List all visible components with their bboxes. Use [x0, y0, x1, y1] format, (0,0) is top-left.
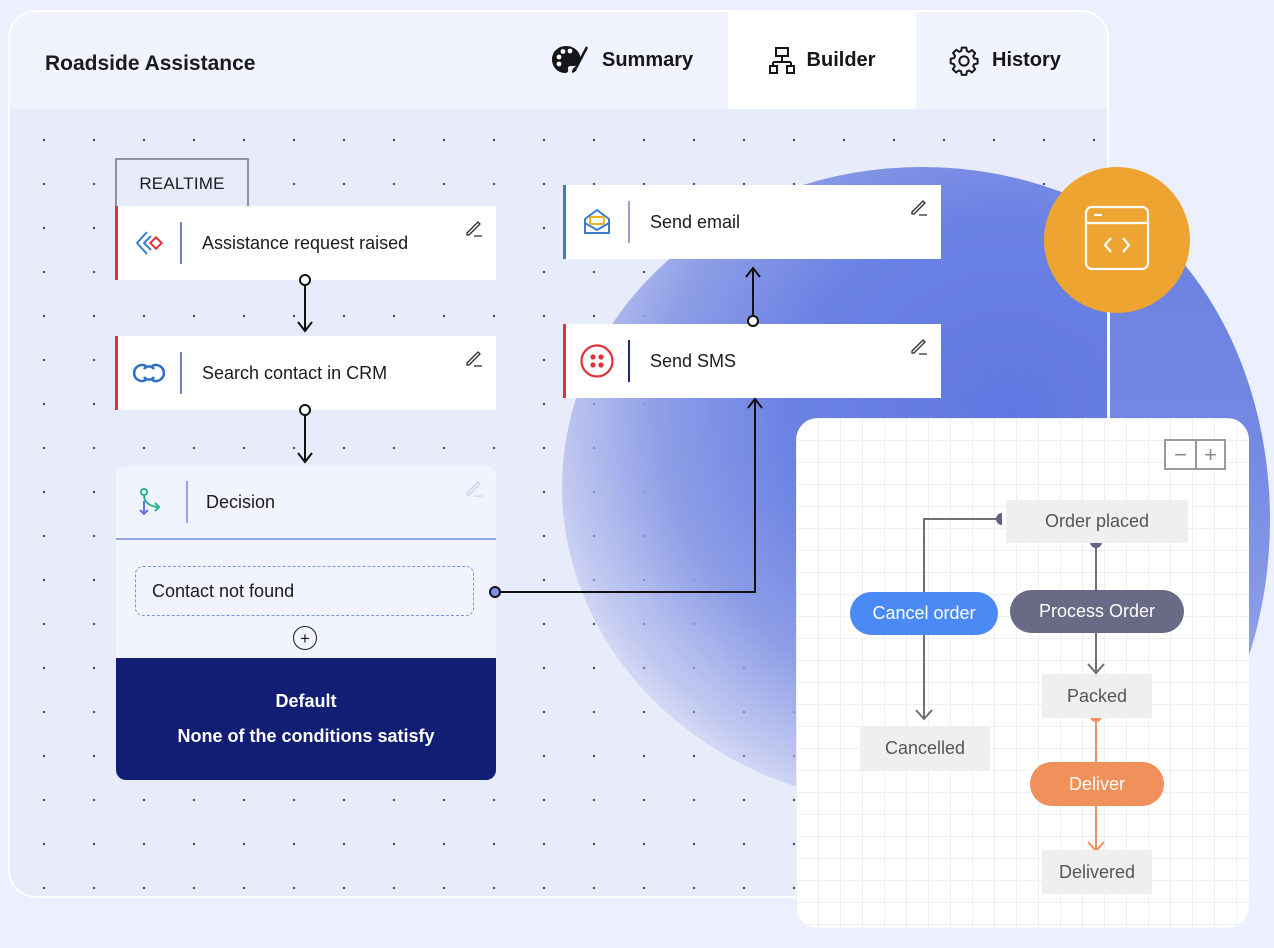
state-cancelled[interactable]: Cancelled	[860, 726, 990, 770]
state-packed[interactable]: Packed	[1042, 674, 1152, 718]
edit-pencil-icon[interactable]	[464, 348, 484, 373]
condition-contact-not-found[interactable]: Contact not found	[135, 566, 474, 616]
header-bar: Roadside Assistance Summary Builder Hist…	[10, 12, 1107, 109]
tab-history[interactable]: History	[948, 12, 1088, 109]
tab-summary[interactable]: Summary	[550, 12, 700, 109]
palette-icon	[550, 44, 590, 78]
code-badge	[1044, 167, 1190, 313]
state-diagram-card: − + Order placed Cancel order Process Or…	[796, 418, 1249, 928]
divider	[180, 222, 182, 264]
edge-placed-to-cancel	[923, 518, 1002, 593]
plus-icon: +	[300, 628, 310, 648]
node-send-email[interactable]: Send email	[563, 185, 941, 259]
code-window-icon	[1084, 205, 1150, 276]
tab-builder[interactable]: Builder	[728, 12, 916, 109]
sitemap-icon	[768, 46, 795, 75]
default-branch[interactable]: Default None of the conditions satisfy	[116, 658, 496, 780]
default-description: None of the conditions satisfy	[177, 726, 435, 746]
divider	[180, 352, 182, 394]
default-title: Default	[275, 691, 337, 711]
edge-port	[996, 513, 1002, 525]
edit-pencil-icon[interactable]	[909, 197, 929, 222]
trigger-type-tag: REALTIME	[115, 158, 249, 208]
node-label: Assistance request raised	[202, 232, 409, 253]
crm-link-icon	[118, 361, 180, 385]
sms-icon	[566, 343, 628, 379]
divider	[628, 201, 630, 243]
edit-pencil-icon[interactable]	[464, 478, 484, 503]
connector-line	[1108, 300, 1110, 420]
divider	[186, 481, 188, 523]
state-order-placed[interactable]: Order placed	[1006, 500, 1188, 543]
tab-history-label: History	[992, 49, 1061, 71]
state-delivered[interactable]: Delivered	[1042, 850, 1152, 894]
decision-header: Decision	[116, 466, 496, 540]
node-label: Send email	[650, 211, 741, 232]
action-deliver[interactable]: Deliver	[1030, 762, 1164, 806]
edge-process-to-packed	[1087, 630, 1105, 675]
action-cancel-order[interactable]: Cancel order	[850, 592, 998, 635]
node-trigger[interactable]: Assistance request raised	[115, 206, 496, 280]
action-process-order[interactable]: Process Order	[1010, 590, 1184, 633]
tab-builder-label: Builder	[806, 49, 876, 71]
webhook-trigger-icon	[118, 228, 180, 258]
tab-summary-label: Summary	[602, 49, 694, 71]
node-label: Send SMS	[650, 350, 737, 371]
state-diagram-edges	[915, 513, 1105, 853]
edge-cancel-to-cancelled	[915, 633, 933, 721]
edit-pencil-icon[interactable]	[909, 336, 929, 361]
decision-node[interactable]: Decision Contact not found + Default Non…	[116, 466, 496, 780]
decision-label: Decision	[206, 491, 276, 512]
mail-icon	[566, 206, 628, 238]
edit-pencil-icon[interactable]	[464, 218, 484, 243]
divider	[628, 340, 630, 382]
app-title: Roadside Assistance	[45, 52, 256, 75]
node-search-crm[interactable]: Search contact in CRM	[115, 336, 496, 410]
gear-icon	[948, 45, 980, 77]
add-condition-button[interactable]: +	[293, 626, 317, 650]
branch-icon	[116, 487, 186, 517]
node-send-sms[interactable]: Send SMS	[563, 324, 941, 398]
edge-deliver-to-delivered	[1087, 804, 1105, 853]
node-label: Search contact in CRM	[202, 362, 388, 383]
